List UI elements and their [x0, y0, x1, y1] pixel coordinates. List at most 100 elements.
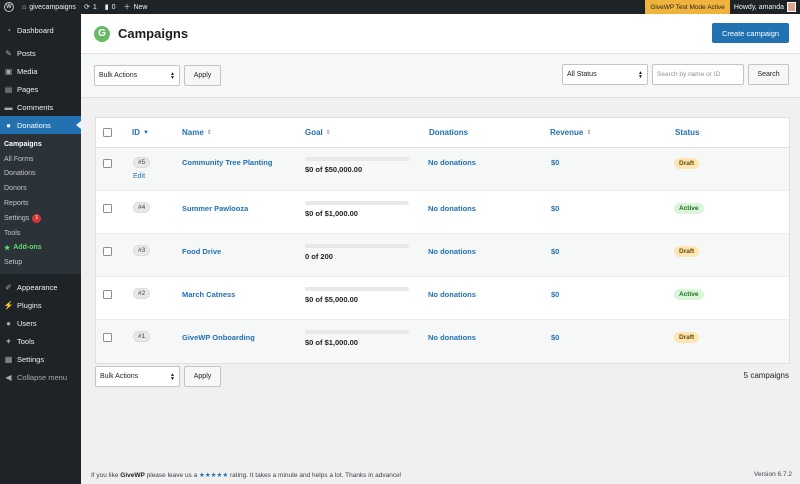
refresh-icon: ⟳	[83, 4, 90, 11]
submenu-item-donors[interactable]: Donors	[0, 181, 81, 196]
collapse-menu-button[interactable]: ◀ Collapse menu	[0, 368, 81, 386]
campaign-name-link[interactable]: Summer Pawlooza	[182, 204, 248, 213]
new-content-link[interactable]: ＋ New	[119, 0, 151, 14]
rating-stars-link[interactable]: ★★★★★	[199, 472, 228, 479]
bottom-apply-button[interactable]: Apply	[184, 366, 221, 387]
goal-progress-bar	[305, 287, 409, 291]
sidebar-item-plugins[interactable]: ⚡ Plugins	[0, 296, 81, 314]
site-name-link[interactable]: ⌂ givecampaigns	[18, 0, 80, 14]
submenu-item-donations[interactable]: Donations	[0, 167, 81, 182]
donations-link[interactable]: No donations	[428, 333, 476, 342]
sort-icon: ⇕	[325, 130, 331, 136]
sidebar-item-tools[interactable]: ✦ Tools	[0, 332, 81, 350]
submenu-item-settings[interactable]: Settings 1	[0, 211, 81, 226]
column-header-id[interactable]: ID ▼	[132, 128, 149, 137]
table-row[interactable]: #4 Summer Pawlooza $0 of $1,000.00 No do…	[96, 191, 789, 234]
donations-link[interactable]: No donations	[428, 158, 476, 167]
apply-button[interactable]: Apply	[184, 65, 221, 86]
table-row[interactable]: #2 March Catness $0 of $5,000.00 No dona…	[96, 277, 789, 320]
revenue-value: $0	[551, 204, 560, 213]
campaigns-table: ID ▼ Name ⇕ Goal ⇕ Donations Revenue ⇕ Statu…	[95, 117, 790, 364]
column-header-name[interactable]: Name ⇕	[182, 128, 212, 137]
row-checkbox[interactable]	[103, 333, 112, 342]
bulk-actions-select[interactable]: Bulk Actions ▲ ▼	[94, 65, 180, 86]
submenu-item-all-forms[interactable]: All Forms	[0, 152, 81, 167]
collapse-icon: ◀	[5, 372, 12, 382]
goal-progress-bar	[305, 201, 409, 205]
revenue-value: $0	[551, 290, 560, 299]
media-icon: ▣	[4, 66, 13, 76]
id-badge: #5	[133, 157, 151, 168]
edit-link[interactable]: Edit	[133, 173, 145, 180]
create-campaign-button[interactable]: Create campaign	[712, 23, 789, 43]
campaign-name-link[interactable]: Food Drive	[182, 247, 221, 256]
id-badge: #1	[133, 331, 151, 342]
sidebar-item-users[interactable]: ● Users	[0, 314, 81, 332]
list-toolbar: Bulk Actions ▲ ▼ Apply All Status ▲ ▼ Sear…	[81, 54, 800, 98]
test-mode-badge[interactable]: GiveWP Test Mode Active	[645, 0, 730, 14]
id-badge: #3	[133, 245, 151, 256]
updates-link[interactable]: ⟳ 1	[80, 0, 101, 14]
campaign-name-link[interactable]: Community Tree Planting	[182, 158, 272, 167]
submenu-item-campaigns[interactable]: Campaigns	[0, 137, 81, 152]
sidebar-item-pages[interactable]: ▤ Pages	[0, 80, 81, 98]
wordpress-icon: W	[4, 2, 14, 12]
sidebar-item-media[interactable]: ▣ Media	[0, 62, 81, 80]
notification-badge: 1	[32, 213, 42, 223]
submenu-item-reports[interactable]: Reports	[0, 196, 81, 211]
row-checkbox[interactable]	[103, 247, 112, 256]
sidebar-item-appearance[interactable]: ✐ Appearance	[0, 278, 81, 296]
row-checkbox[interactable]	[103, 204, 112, 213]
submenu-item-setup[interactable]: Setup	[0, 255, 81, 270]
campaign-name-link[interactable]: March Catness	[182, 290, 235, 299]
campaign-name-link[interactable]: GiveWP Onboarding	[182, 333, 255, 342]
donations-link[interactable]: No donations	[428, 290, 476, 299]
goal-text: $0 of $1,000.00	[305, 209, 358, 218]
submenu-item-addons[interactable]: ★ Add-ons	[0, 241, 81, 256]
sidebar-item-posts[interactable]: ✎ Posts	[0, 44, 81, 62]
sort-icon: ⇕	[586, 130, 592, 136]
comments-link[interactable]: ▮ 0	[101, 0, 120, 14]
wrench-icon: ✦	[5, 336, 12, 346]
revenue-value: $0	[551, 333, 560, 342]
select-caret-icon: ▲ ▼	[170, 372, 175, 382]
user-account-menu[interactable]: Howdy, amanda	[730, 0, 800, 14]
bottom-bulk-actions-select[interactable]: Bulk Actions ▲ ▼	[95, 366, 180, 387]
table-row[interactable]: #3 Food Drive 0 of 200 No donations $0 D…	[96, 234, 789, 277]
revenue-value: $0	[551, 158, 560, 167]
footer-rating-text: If you like GiveWP please leave us a ★★★…	[91, 472, 402, 479]
sidebar-item-dashboard[interactable]: ◔ Dashboard	[0, 21, 81, 39]
search-button[interactable]: Search	[748, 64, 789, 85]
sidebar-item-settings[interactable]: ▦ Settings	[0, 350, 81, 368]
id-badge: #4	[133, 202, 151, 213]
row-checkbox[interactable]	[103, 159, 112, 168]
status-filter-select[interactable]: All Status ▲ ▼	[562, 64, 648, 85]
donations-link[interactable]: No donations	[428, 247, 476, 256]
dashboard-icon: ◔	[6, 25, 11, 35]
select-all-checkbox[interactable]	[103, 128, 112, 137]
wp-logo-menu[interactable]: W	[0, 0, 18, 14]
givewp-icon: ●	[6, 120, 11, 130]
comment-icon: ▮	[104, 4, 109, 11]
plus-icon: ＋	[123, 4, 131, 11]
search-input[interactable]: Search by name or ID	[652, 64, 744, 85]
column-header-revenue[interactable]: Revenue ⇕	[550, 128, 591, 137]
donations-link[interactable]: No donations	[428, 204, 476, 213]
home-icon: ⌂	[22, 3, 27, 11]
avatar	[787, 2, 796, 12]
row-checkbox[interactable]	[103, 290, 112, 299]
comment-icon: ▬	[4, 102, 13, 112]
sidebar-item-comments[interactable]: ▬ Comments	[0, 98, 81, 116]
status-badge: Draft	[674, 246, 700, 257]
sidebar-item-donations[interactable]: ● Donations	[0, 116, 81, 134]
table-row[interactable]: #5 Edit Community Tree Planting $0 of $5…	[96, 148, 789, 191]
page-title: Campaigns	[118, 26, 189, 41]
campaign-count: 5 campaigns	[743, 371, 789, 380]
submenu-item-tools[interactable]: Tools	[0, 226, 81, 241]
status-badge: Draft	[674, 158, 700, 169]
column-header-goal[interactable]: Goal ⇕	[305, 128, 331, 137]
admin-bar: W ⌂ givecampaigns ⟳ 1 ▮ 0 ＋ New GiveWP Test …	[0, 0, 800, 14]
table-row[interactable]: #1 GiveWP Onboarding $0 of $1,000.00 No …	[96, 320, 789, 363]
admin-sidebar: ◔ Dashboard ✎ Posts ▣ Media ▤ Pages ▬ Comment…	[0, 14, 81, 484]
settings-icon: ▦	[4, 354, 13, 364]
